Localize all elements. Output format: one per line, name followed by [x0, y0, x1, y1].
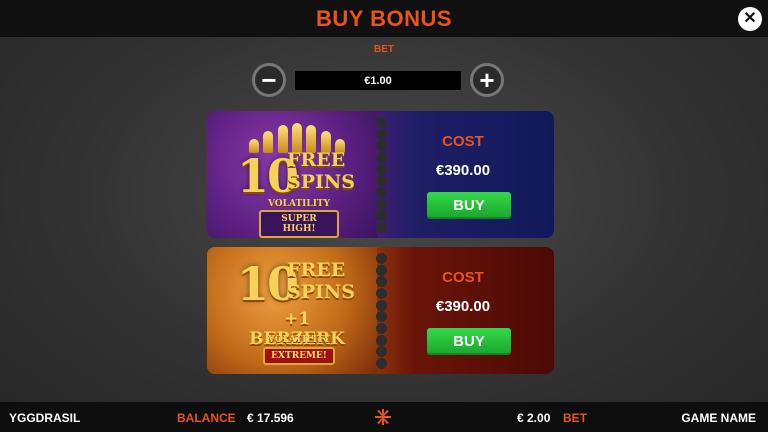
game-name: GAME NAME — [681, 411, 756, 425]
footer-bar: YGGDRASIL BALANCE € 17.596 € 2.00 BET GA… — [0, 402, 768, 432]
cost-label: COST — [442, 269, 484, 286]
footer-bet-label: BET — [563, 411, 587, 425]
yggdrasil-logo-icon — [375, 409, 391, 425]
header-bar: BUY BONUS ✕ — [0, 0, 768, 37]
increase-bet-button[interactable]: + — [470, 63, 504, 97]
cost-label: COST — [442, 133, 484, 150]
free-spins-line1: FREE — [287, 149, 346, 171]
balance-value: € 17.596 — [247, 411, 294, 425]
plus-icon: + — [479, 65, 495, 95]
bet-value-display: €1.00 — [295, 71, 461, 90]
free-spins-line1: FREE — [287, 259, 346, 281]
volatility-badge: VOLATILITY SUPER HIGH! — [259, 199, 339, 238]
volatility-label: VOLATILITY — [267, 335, 331, 345]
free-spins-line2: SPINS — [287, 281, 355, 303]
bonus-offer-card: 10 FREE SPINS +1 BERZERK VOLATILITY EXTR… — [207, 247, 554, 374]
bet-selector: − €1.00 + — [252, 63, 504, 97]
balance-label: BALANCE — [177, 411, 236, 425]
page-title: BUY BONUS — [315, 5, 453, 31]
offer-artwork: 10 FREE SPINS VOLATILITY SUPER HIGH! — [207, 111, 377, 238]
volatility-badge: VOLATILITY EXTREME! — [259, 335, 339, 365]
bonus-offer-card: 10 FREE SPINS VOLATILITY SUPER HIGH! COS… — [207, 111, 554, 238]
close-icon: ✕ — [743, 10, 757, 27]
ticket-perforation — [375, 253, 387, 369]
footer-bet-value: € 2.00 — [517, 411, 551, 425]
decrease-bet-button[interactable]: − — [252, 63, 286, 97]
close-button[interactable]: ✕ — [738, 7, 762, 31]
cost-value: €390.00 — [435, 162, 491, 179]
minus-icon: − — [261, 65, 277, 95]
free-spins-line2: SPINS — [287, 171, 355, 193]
volatility-value: SUPER HIGH! — [259, 210, 339, 238]
volatility-label: VOLATILITY — [267, 199, 331, 209]
bet-label: BET — [374, 44, 394, 55]
volatility-value: EXTREME! — [263, 347, 335, 365]
brand-name: YGGDRASIL — [9, 411, 81, 425]
buy-button[interactable]: BUY — [427, 328, 511, 355]
buy-button[interactable]: BUY — [427, 192, 511, 219]
cost-value: €390.00 — [435, 298, 491, 315]
ticket-perforation — [375, 117, 387, 233]
offer-artwork: 10 FREE SPINS +1 BERZERK VOLATILITY EXTR… — [207, 247, 377, 374]
